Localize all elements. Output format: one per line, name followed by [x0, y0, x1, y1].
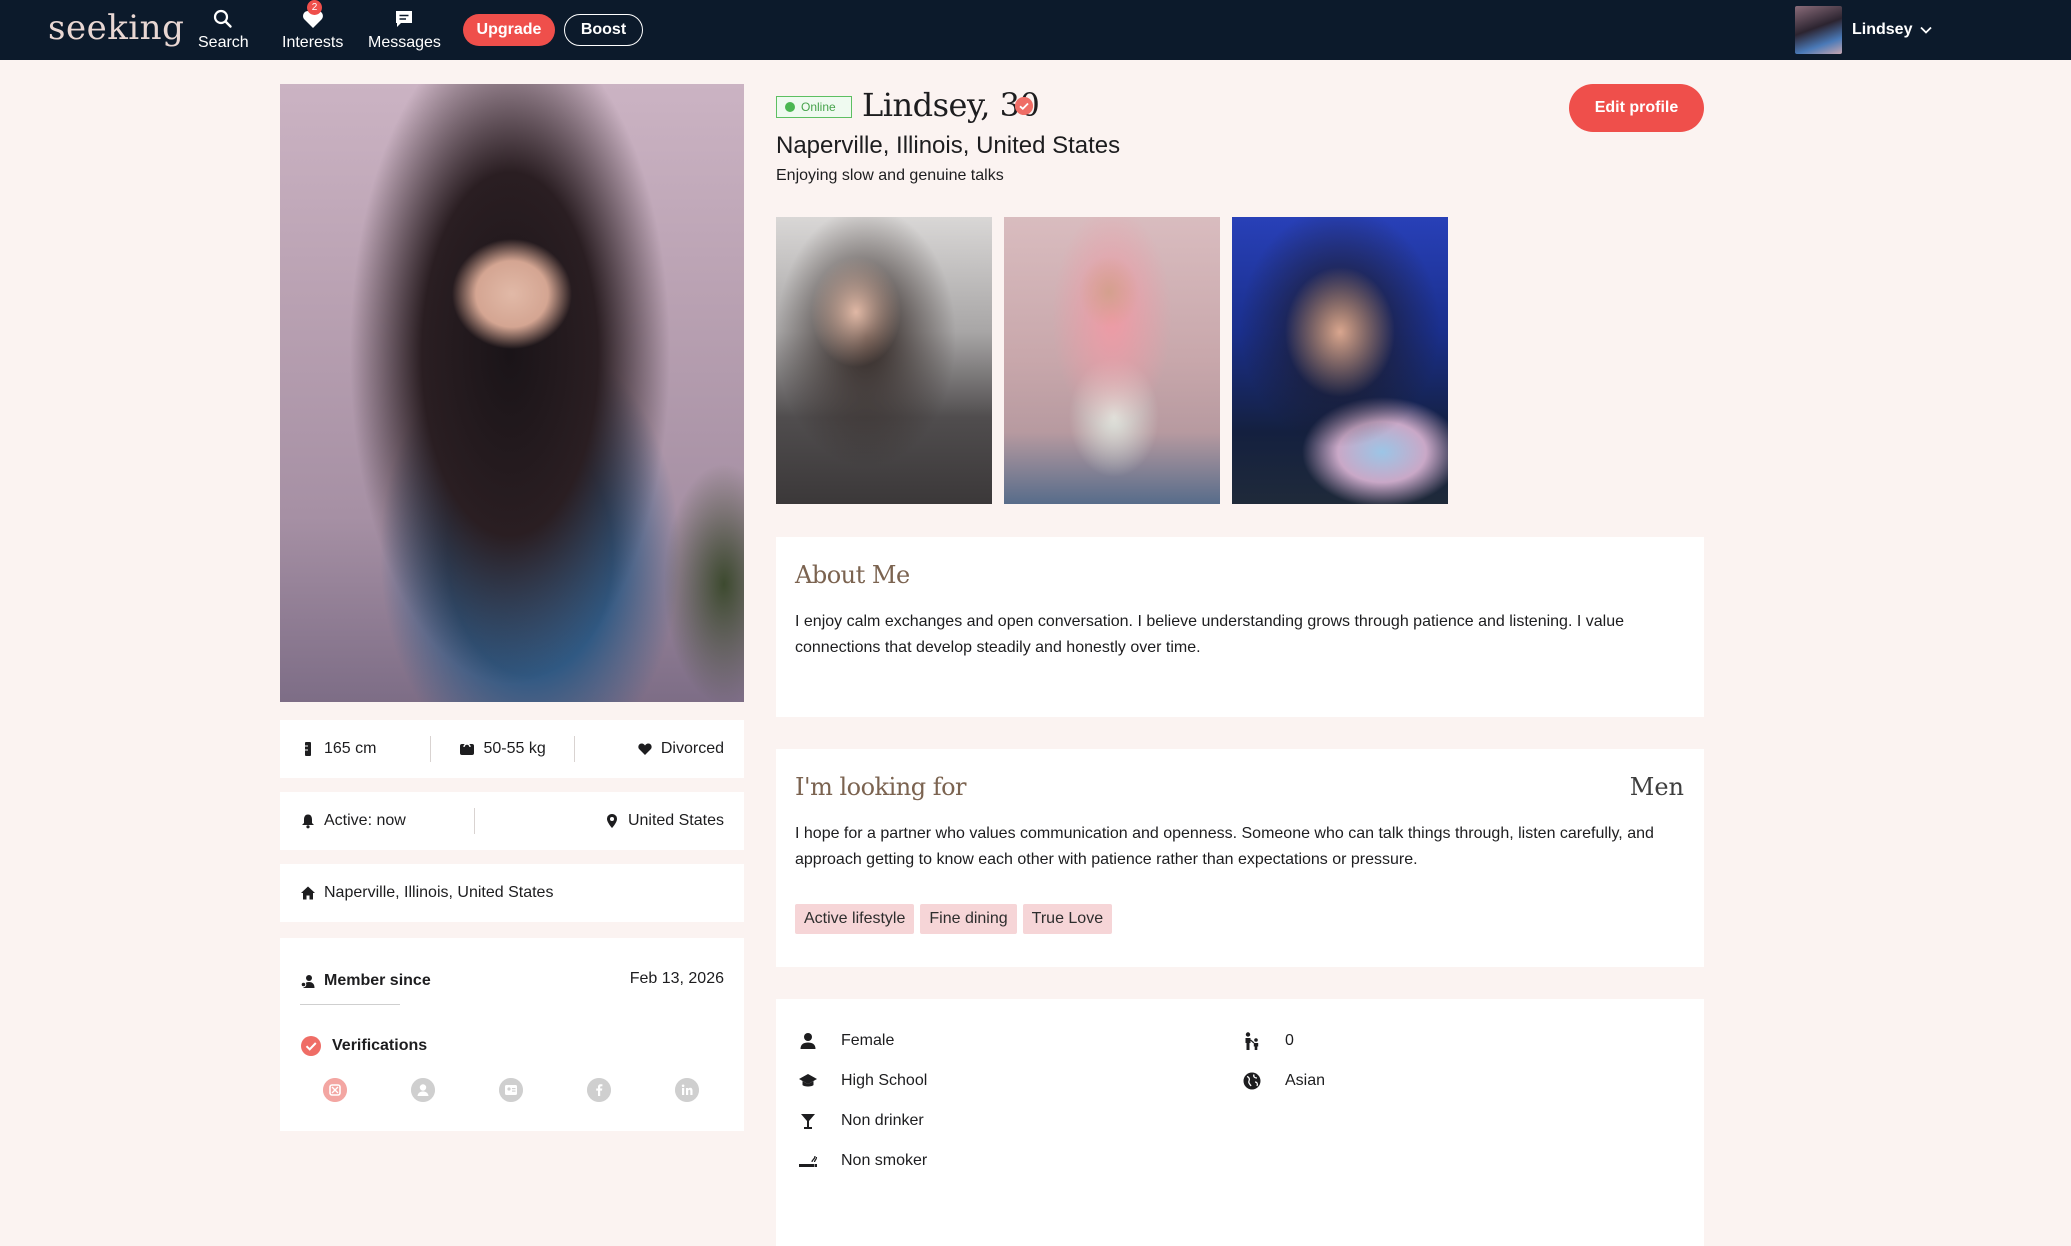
- id-verification-icon[interactable]: [411, 1078, 435, 1102]
- verified-badge-icon: [1015, 97, 1033, 115]
- seeking-logo[interactable]: seeking: [48, 8, 184, 48]
- profile-location: Naperville, Illinois, United States: [776, 132, 1121, 159]
- active-stat: Active: now: [300, 812, 406, 830]
- drinking-value: Non drinker: [841, 1112, 924, 1129]
- smoking-value: Non smoker: [841, 1152, 928, 1169]
- verification-icons: [323, 1078, 699, 1102]
- divider: [473, 808, 475, 834]
- globe-icon: [1243, 1072, 1261, 1090]
- online-status-text: Online: [801, 100, 836, 114]
- gallery-photo-2[interactable]: [1004, 217, 1220, 504]
- graduation-cap-icon: [799, 1074, 817, 1087]
- bell-icon: [302, 814, 314, 829]
- verifications-header: Verifications: [300, 1035, 427, 1057]
- user-menu[interactable]: Lindsey: [1795, 6, 1933, 54]
- ethnicity-value: Asian: [1285, 1072, 1326, 1089]
- divider: [430, 736, 432, 762]
- membership-card: Member since Feb 13, 2026 Verifications: [280, 938, 744, 1131]
- tag-true-love: True Love: [1022, 904, 1113, 934]
- education-detail: High School: [798, 1071, 927, 1091]
- top-navigation-bar: seeking Search 2 Interests Messages Upgr…: [0, 0, 2071, 60]
- nav-messages-label: Messages: [368, 34, 441, 51]
- cigarette-icon: [799, 1155, 818, 1167]
- looking-for-card: I'm looking for Men I hope for a partner…: [776, 749, 1704, 967]
- edit-profile-button[interactable]: Edit profile: [1569, 84, 1704, 132]
- person-icon: [800, 1033, 816, 1049]
- country-stat: United States: [604, 812, 724, 830]
- upgrade-button[interactable]: Upgrade: [463, 14, 555, 46]
- message-icon: [396, 11, 413, 27]
- gender-value: Female: [841, 1032, 895, 1049]
- profile-name-age: Lindsey, 30: [862, 86, 1040, 124]
- divider: [300, 1004, 400, 1005]
- ethnicity-detail: Asian: [1242, 1071, 1325, 1091]
- height-stat: 165 cm: [300, 740, 376, 758]
- location-pin-icon: [606, 814, 617, 828]
- nav-interests-label: Interests: [282, 34, 344, 51]
- verifications-label: Verifications: [332, 1037, 428, 1054]
- home-location: Naperville, Illinois, United States: [324, 884, 554, 901]
- interest-tags: Active lifestyle Fine dining True Love: [795, 904, 1113, 934]
- member-since-date: Feb 13, 2026: [629, 970, 724, 987]
- body-stats-card: 165 cm 50-55 kg Divorced: [280, 720, 744, 778]
- nav-interests[interactable]: 2 Interests: [282, 0, 344, 54]
- looking-for-text: I hope for a partner who values communic…: [795, 825, 1654, 868]
- relationship-value: Divorced: [660, 740, 724, 757]
- relationship-stat: Divorced: [637, 740, 724, 758]
- photo-decoration: [664, 464, 744, 702]
- about-me-title: About Me: [795, 561, 910, 589]
- smoking-detail: Non smoker: [798, 1151, 927, 1171]
- tag-active-lifestyle: Active lifestyle: [795, 904, 915, 934]
- facebook-verification-icon[interactable]: [587, 1078, 611, 1102]
- main-profile-photo[interactable]: [280, 84, 744, 702]
- avatar: [1795, 6, 1842, 54]
- about-me-card: About Me I enjoy calm exchanges and open…: [776, 537, 1704, 717]
- nav-search[interactable]: Search: [198, 8, 249, 54]
- home-card: Naperville, Illinois, United States: [280, 864, 744, 922]
- height-icon: [305, 742, 311, 756]
- nav-search-label: Search: [198, 34, 249, 51]
- home-icon: [301, 886, 315, 900]
- search-icon: [214, 9, 233, 28]
- height-value: 165 cm: [324, 740, 377, 757]
- parent-child-icon: [1245, 1032, 1259, 1050]
- linkedin-verification-icon[interactable]: [675, 1078, 699, 1102]
- linkedin-card-verification-icon[interactable]: [499, 1078, 523, 1102]
- looking-for-title: I'm looking for: [795, 773, 967, 801]
- member-icon: [300, 975, 315, 988]
- about-me-text: I enjoy calm exchanges and open conversa…: [795, 613, 1624, 656]
- weight-scale-icon: [460, 743, 475, 755]
- user-name: Lindsey: [1852, 21, 1913, 38]
- gender-detail: Female: [798, 1031, 894, 1051]
- children-detail: 0: [1242, 1031, 1294, 1051]
- weight-stat: 50-55 kg: [459, 740, 546, 758]
- children-value: 0: [1285, 1032, 1294, 1049]
- member-since-label-group: Member since: [300, 972, 431, 990]
- personal-details-card: Female High School Non drinker Non smoke…: [776, 999, 1704, 1246]
- member-since-label: Member since: [324, 972, 431, 989]
- gallery-photo-1[interactable]: [776, 217, 992, 504]
- interests-badge: 2: [307, 0, 322, 15]
- drinking-detail: Non drinker: [798, 1111, 924, 1131]
- chevron-down-icon: [1920, 26, 1933, 34]
- divider: [573, 736, 575, 762]
- verified-check-icon: [301, 1036, 321, 1056]
- cocktail-glass-icon: [801, 1114, 815, 1129]
- online-status-badge: Online: [776, 96, 852, 118]
- photo-verification-icon[interactable]: [323, 1078, 347, 1102]
- country-value: United States: [627, 812, 724, 829]
- tag-fine-dining: Fine dining: [920, 904, 1017, 934]
- activity-card: Active: now United States: [280, 792, 744, 850]
- home-stat: Naperville, Illinois, United States: [300, 884, 553, 902]
- boost-button[interactable]: Boost: [564, 14, 643, 46]
- heart-icon: [638, 743, 652, 755]
- looking-for-target: Men: [1629, 773, 1684, 801]
- active-status: Active: now: [324, 812, 406, 829]
- nav-messages[interactable]: Messages: [368, 8, 441, 54]
- education-value: High School: [841, 1072, 928, 1089]
- online-dot-icon: [785, 102, 795, 112]
- profile-tagline: Enjoying slow and genuine talks: [776, 167, 1004, 184]
- gallery-photo-3[interactable]: [1232, 217, 1448, 504]
- weight-value: 50-55 kg: [483, 740, 546, 757]
